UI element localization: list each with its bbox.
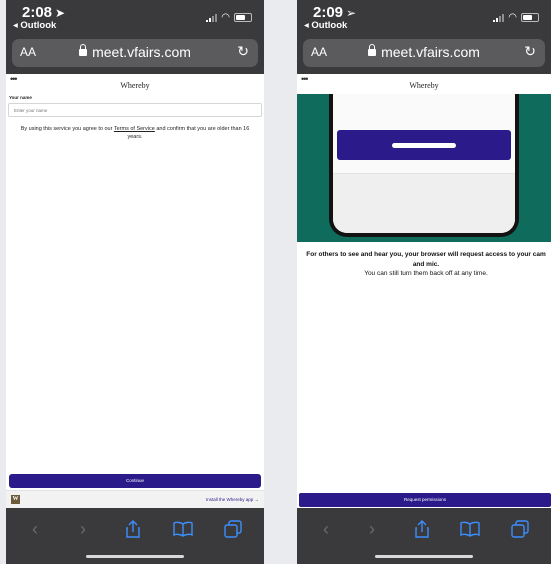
browser-top-chrome: 2:08 ➤ ◂ Outlook ◠ AA meet.vfairs.com ↻ — [6, 0, 264, 74]
brand-logo: Whereby — [120, 81, 150, 90]
home-indicator — [375, 555, 473, 558]
url-display[interactable]: meet.vfairs.com — [303, 44, 545, 60]
page-header: ••• Whereby — [6, 74, 264, 94]
forward-icon[interactable]: › — [359, 516, 385, 542]
terms-of-service-link[interactable]: Terms of Service — [114, 126, 155, 132]
name-label: Your name — [9, 95, 32, 100]
share-icon[interactable] — [409, 516, 435, 542]
lock-icon — [79, 44, 88, 56]
status-icons: ◠ — [206, 12, 252, 23]
permission-heading: For others to see and hear you, your bro… — [306, 251, 546, 268]
tabs-icon[interactable] — [220, 516, 246, 542]
install-app-banner: W Install the Whereby app → — [6, 490, 264, 509]
permission-message: For others to see and hear you, your bro… — [303, 250, 549, 279]
battery-icon — [521, 13, 539, 22]
signal-icon — [493, 13, 505, 22]
back-icon[interactable]: ‹ — [22, 516, 48, 542]
install-app-link[interactable]: Install the Whereby app → — [206, 497, 259, 502]
home-indicator — [86, 555, 184, 558]
brand-logo: Whereby — [409, 81, 439, 90]
illustration-button — [337, 130, 511, 160]
permission-illustration — [297, 94, 551, 242]
wifi-icon: ◠ — [508, 12, 517, 23]
back-to-app-link[interactable]: ◂ Outlook — [13, 20, 56, 31]
page-header: ••• Whereby — [297, 74, 551, 94]
request-permissions-button[interactable]: Request permissions — [299, 493, 551, 507]
phone-screen-right: 2:09 ➢ ◂ Outlook ◠ AA meet.vfairs.com ↻ •… — [297, 0, 551, 564]
url-display[interactable]: meet.vfairs.com — [12, 44, 258, 60]
lock-icon — [368, 44, 377, 56]
name-input[interactable] — [8, 103, 262, 117]
back-to-app-link[interactable]: ◂ Outlook — [304, 20, 347, 31]
continue-button[interactable]: Continue — [9, 474, 261, 488]
permission-subtext: You can still turn them back off at any … — [364, 270, 488, 277]
phone-screen-left: 2:08 ➤ ◂ Outlook ◠ AA meet.vfairs.com ↻ •… — [6, 0, 264, 564]
browser-toolbar: ‹ › — [6, 508, 264, 564]
signal-icon — [206, 13, 218, 22]
forward-icon[interactable]: › — [70, 516, 96, 542]
reload-icon[interactable]: ↻ — [237, 43, 249, 60]
bookmarks-icon[interactable] — [170, 516, 196, 542]
tabs-icon[interactable] — [507, 516, 533, 542]
status-bar: 2:09 ➢ ◂ Outlook ◠ — [297, 0, 551, 36]
bookmarks-icon[interactable] — [457, 516, 483, 542]
phone-illustration — [329, 94, 519, 237]
battery-icon — [234, 13, 252, 22]
address-bar[interactable]: AA meet.vfairs.com ↻ — [12, 39, 258, 67]
status-bar: 2:08 ➤ ◂ Outlook ◠ — [6, 0, 264, 36]
back-icon[interactable]: ‹ — [313, 516, 339, 542]
wifi-icon: ◠ — [221, 12, 230, 23]
whereby-app-icon: W — [11, 495, 20, 504]
address-bar[interactable]: AA meet.vfairs.com ↻ — [303, 39, 545, 67]
location-arrow-icon: ➢ — [346, 6, 357, 20]
terms-text: By using this service you agree to our T… — [20, 126, 250, 140]
status-time: 2:08 ➤ — [22, 4, 66, 21]
status-icons: ◠ — [493, 12, 539, 23]
browser-top-chrome: 2:09 ➢ ◂ Outlook ◠ AA meet.vfairs.com ↻ — [297, 0, 551, 74]
reload-icon[interactable]: ↻ — [524, 43, 536, 60]
browser-toolbar: ‹ › — [297, 508, 551, 564]
location-arrow-icon: ➤ — [55, 6, 66, 20]
status-time: 2:09 ➢ — [313, 4, 357, 21]
share-icon[interactable] — [120, 516, 146, 542]
